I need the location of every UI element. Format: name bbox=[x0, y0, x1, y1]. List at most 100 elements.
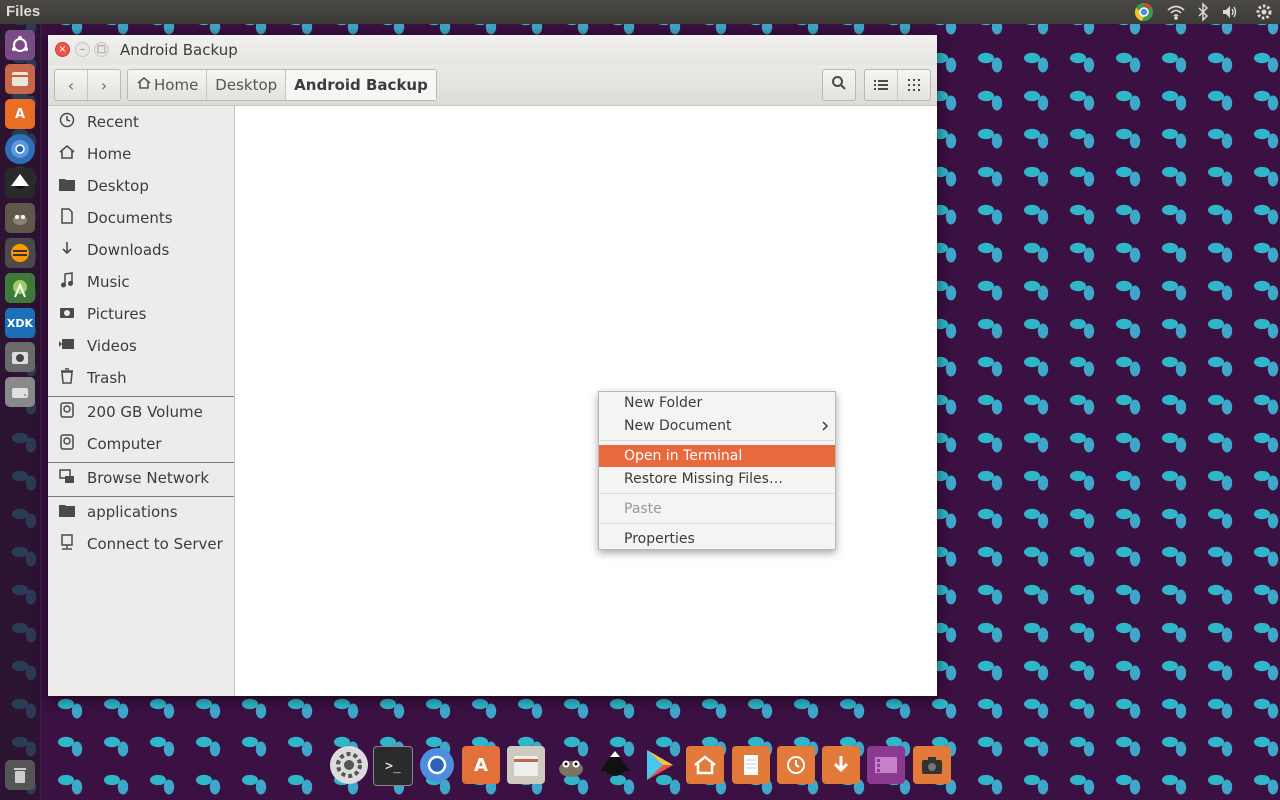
sidebar-item-browse-network[interactable]: Browse Network bbox=[48, 463, 234, 493]
breadcrumb-home[interactable]: Home bbox=[128, 70, 206, 100]
search-icon bbox=[831, 75, 847, 95]
sidebar-item-pictures[interactable]: Pictures bbox=[48, 299, 234, 329]
menu-item-paste: Paste bbox=[599, 498, 835, 520]
breadcrumb-android-backup[interactable]: Android Backup bbox=[285, 70, 436, 100]
grid-view-icon bbox=[908, 76, 920, 95]
menu-item-label: Restore Missing Files… bbox=[624, 471, 783, 487]
chromium-icon[interactable] bbox=[5, 134, 35, 164]
menu-item-open-in-terminal[interactable]: Open in Terminal bbox=[599, 445, 835, 467]
volume-icon[interactable] bbox=[1220, 2, 1240, 22]
forward-button[interactable]: › bbox=[87, 70, 120, 100]
files-window: × – □ Android Backup ‹ › Home Desktop An… bbox=[48, 35, 937, 696]
sidebar-item-videos[interactable]: Videos bbox=[48, 331, 234, 361]
sidebar-item-label: Downloads bbox=[87, 241, 170, 259]
files-icon[interactable] bbox=[507, 746, 545, 784]
sidebar-item-label: Computer bbox=[87, 435, 162, 453]
videos-folder-icon[interactable] bbox=[867, 746, 905, 784]
bluetooth-icon[interactable] bbox=[1193, 2, 1213, 22]
sidebar-item-label: Videos bbox=[87, 337, 137, 355]
menu-item-restore-missing-files[interactable]: Restore Missing Files… bbox=[599, 468, 835, 490]
home-icon bbox=[59, 144, 75, 164]
toolbar: ‹ › Home Desktop Android Backup bbox=[48, 65, 937, 106]
video-icon bbox=[59, 338, 75, 354]
document-icon bbox=[59, 208, 75, 228]
menu-item-new-document[interactable]: New Document bbox=[599, 415, 835, 437]
home-folder-icon[interactable] bbox=[686, 746, 724, 784]
sidebar-item-home[interactable]: Home bbox=[48, 139, 234, 169]
back-button[interactable]: ‹ bbox=[55, 70, 87, 100]
gimp-icon[interactable] bbox=[552, 746, 590, 784]
software-center-icon[interactable]: A bbox=[462, 746, 500, 784]
forward-icon: › bbox=[100, 75, 108, 95]
top-panel: Files bbox=[0, 0, 1280, 24]
minimize-button[interactable]: – bbox=[75, 42, 90, 57]
sidebar-item-applications[interactable]: applications bbox=[48, 497, 234, 527]
context-menu: New Folder New Document Open in Terminal… bbox=[598, 391, 836, 550]
menu-item-label: Open in Terminal bbox=[624, 448, 743, 464]
list-view-button[interactable] bbox=[865, 70, 897, 100]
clock-icon bbox=[59, 112, 75, 132]
sidebar-item-documents[interactable]: Documents bbox=[48, 203, 234, 233]
sidebar-item-label: Browse Network bbox=[87, 469, 210, 487]
chrome-icon[interactable] bbox=[418, 746, 456, 784]
sidebar: Recent Home Desktop Documents Downloads … bbox=[48, 106, 235, 696]
sidebar-item-desktop[interactable]: Desktop bbox=[48, 171, 234, 201]
terminal-icon[interactable]: >_ bbox=[373, 746, 413, 786]
list-view-icon bbox=[874, 76, 888, 95]
sidebar-item-label: Trash bbox=[87, 369, 127, 387]
android-studio-icon[interactable] bbox=[5, 273, 35, 303]
intel-xdk-icon[interactable]: XDK bbox=[5, 308, 35, 338]
chrome-icon[interactable] bbox=[1134, 2, 1154, 22]
camera-icon bbox=[59, 305, 75, 323]
sidebar-item-label: 200 GB Volume bbox=[87, 403, 203, 421]
trash-icon[interactable] bbox=[5, 760, 35, 790]
drive-icon[interactable] bbox=[5, 377, 35, 407]
inkscape-icon[interactable] bbox=[596, 746, 634, 784]
ubuntu-dash-icon[interactable] bbox=[5, 30, 35, 60]
settings-gear-icon[interactable] bbox=[1254, 2, 1274, 22]
back-icon: ‹ bbox=[67, 75, 75, 95]
maximize-button[interactable]: □ bbox=[94, 42, 109, 57]
software-center-icon[interactable]: A bbox=[5, 99, 35, 129]
files-icon[interactable] bbox=[5, 64, 35, 94]
sidebar-item-downloads[interactable]: Downloads bbox=[48, 235, 234, 265]
sidebar-item-music[interactable]: Music bbox=[48, 267, 234, 297]
inkscape-icon[interactable] bbox=[5, 168, 35, 198]
sidebar-item-label: Desktop bbox=[87, 177, 149, 195]
sublime-icon[interactable] bbox=[5, 238, 35, 268]
menu-item-new-folder[interactable]: New Folder bbox=[599, 392, 835, 414]
sidebar-item-recent[interactable]: Recent bbox=[48, 107, 234, 137]
sidebar-item-computer[interactable]: Computer bbox=[48, 429, 234, 459]
camera-icon[interactable] bbox=[5, 342, 35, 372]
search-button[interactable] bbox=[823, 70, 855, 100]
menu-item-label: Paste bbox=[624, 501, 662, 517]
downloads-folder-icon[interactable] bbox=[822, 746, 860, 784]
documents-folder-icon[interactable] bbox=[732, 746, 770, 784]
sidebar-item-label: Music bbox=[87, 273, 130, 291]
play-store-icon[interactable] bbox=[640, 746, 678, 784]
gimp-icon[interactable] bbox=[5, 203, 35, 233]
breadcrumb-current-label: Android Backup bbox=[294, 76, 428, 94]
drive-icon bbox=[59, 434, 75, 454]
sidebar-item-label: applications bbox=[87, 503, 178, 521]
window-title: Android Backup bbox=[120, 41, 238, 59]
panel-app-title: Files bbox=[6, 3, 41, 20]
breadcrumb-desktop[interactable]: Desktop bbox=[206, 70, 285, 100]
camera-folder-icon[interactable] bbox=[913, 746, 951, 784]
menu-item-properties[interactable]: Properties bbox=[599, 528, 835, 550]
sidebar-item-connect-to-server[interactable]: Connect to Server bbox=[48, 529, 234, 559]
sidebar-item-200gb-volume[interactable]: 200 GB Volume bbox=[48, 397, 234, 427]
close-button[interactable]: × bbox=[55, 42, 70, 57]
sidebar-item-trash[interactable]: Trash bbox=[48, 363, 234, 393]
network-icon bbox=[59, 468, 75, 488]
window-titlebar[interactable]: × – □ Android Backup bbox=[48, 35, 937, 65]
grid-view-button[interactable] bbox=[897, 70, 930, 100]
folder-icon bbox=[59, 503, 75, 521]
breadcrumb: Home Desktop Android Backup bbox=[127, 69, 437, 101]
trash-icon bbox=[59, 368, 75, 388]
ubuntu-settings-icon[interactable] bbox=[330, 746, 368, 784]
sidebar-item-label: Connect to Server bbox=[87, 535, 223, 553]
sidebar-item-label: Documents bbox=[87, 209, 173, 227]
backup-folder-icon[interactable] bbox=[777, 746, 815, 784]
wifi-icon[interactable] bbox=[1166, 2, 1186, 22]
